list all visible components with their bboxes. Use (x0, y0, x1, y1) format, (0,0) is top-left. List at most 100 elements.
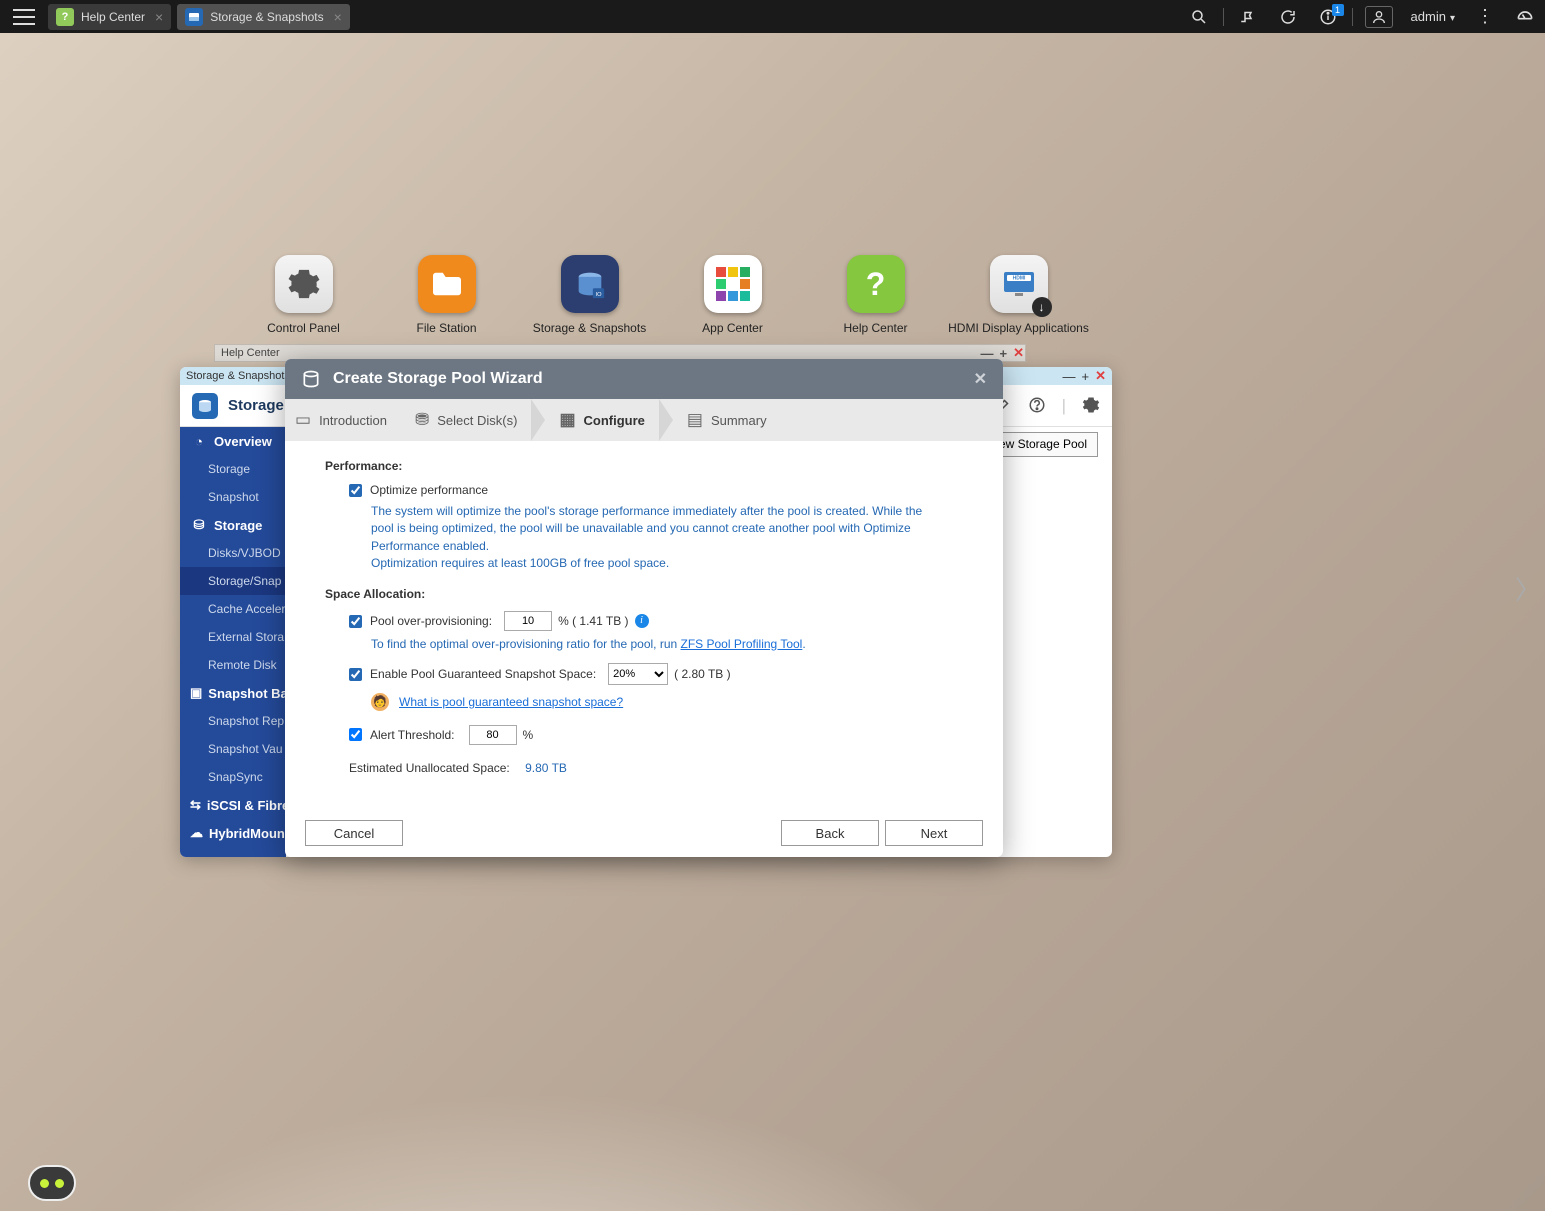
sidebar-item-snapsync[interactable]: SnapSync (180, 763, 286, 791)
sidebar-item-iscsi[interactable]: ⇆iSCSI & Fibre (180, 791, 286, 819)
maximize-icon[interactable]: + (1082, 369, 1090, 384)
icon-label: Storage & Snapshots (533, 321, 646, 335)
optimize-performance-checkbox[interactable] (349, 484, 362, 497)
est-label: Estimated Unallocated Space: (349, 761, 510, 775)
step-configure[interactable]: ▦Configure (559, 410, 644, 430)
next-button[interactable]: Next (885, 820, 983, 846)
step-summary[interactable]: ▤Summary (687, 410, 767, 430)
gss-help-link[interactable]: What is pool guaranteed snapshot space? (399, 695, 623, 709)
search-icon[interactable] (1179, 0, 1219, 33)
gear-icon[interactable] (1082, 396, 1100, 416)
sidebar-item-snap-rep[interactable]: Snapshot Rep (180, 707, 286, 735)
tab-label: Help Center (81, 10, 145, 24)
help-circle-icon[interactable] (1028, 396, 1046, 416)
sliders-icon: ▦ (559, 410, 575, 430)
separator (1223, 8, 1224, 26)
desktop-icon-control-panel[interactable]: Control Panel (232, 255, 375, 335)
minimize-icon[interactable]: — (1063, 369, 1076, 384)
maximize-icon[interactable]: + (1000, 346, 1008, 361)
sidebar: ◔Overview Storage Snapshot ⛁Storage Disk… (180, 427, 286, 857)
user-icon[interactable] (1365, 6, 1393, 28)
gear-icon (275, 255, 333, 313)
pool-over-label: Pool over-provisioning: (370, 614, 492, 628)
desktop-icon-hdmi[interactable]: HDMI ↓ HDMI Display Applications (947, 255, 1090, 335)
close-icon[interactable]: ✕ (1095, 368, 1106, 384)
performance-heading: Performance: (325, 459, 975, 473)
guru-icon: 🧑 (371, 693, 389, 711)
disk-icon: IO (561, 255, 619, 313)
close-icon[interactable]: ✕ (1013, 345, 1024, 361)
desktop-next-page-icon[interactable]: 〉 (1515, 570, 1541, 607)
desktop-icon-file-station[interactable]: File Station (375, 255, 518, 335)
wizard-titlebar: Create Storage Pool Wizard ✕ (285, 359, 1003, 399)
monitor-icon: HDMI ↓ (990, 255, 1048, 313)
topbar-right: 1 admin ⋮ (1179, 0, 1545, 33)
disk-icon (185, 8, 203, 26)
chevron-right-icon (531, 399, 545, 441)
taskbar-tab-help-center[interactable]: ? Help Center × (48, 4, 171, 30)
chevron-right-icon (659, 399, 673, 441)
close-icon[interactable]: × (155, 9, 163, 25)
wizard-title: Create Storage Pool Wizard (333, 370, 543, 388)
sidebar-item-snapshot-sub[interactable]: Snapshot (180, 483, 286, 511)
close-icon[interactable]: ✕ (974, 369, 987, 389)
pool-over-input[interactable] (504, 611, 552, 631)
svg-text:IO: IO (595, 292, 602, 298)
folder-icon (418, 255, 476, 313)
back-button[interactable]: Back (781, 820, 879, 846)
cancel-button[interactable]: Cancel (305, 820, 403, 846)
refresh-icon[interactable] (1268, 0, 1308, 33)
est-value: 9.80 TB (525, 761, 567, 775)
icon-label: Control Panel (267, 321, 340, 335)
wizard-steps: ▭Introduction ⛃Select Disk(s) ▦Configure… (285, 399, 1003, 441)
tab-label: Storage & Snapshots (210, 10, 323, 24)
alert-threshold-input[interactable] (469, 725, 517, 745)
sidebar-item-external[interactable]: External Stora (180, 623, 286, 651)
svg-text:HDMI: HDMI (1012, 276, 1025, 282)
network-icon: ⇆ (190, 797, 201, 813)
volume-icon[interactable] (1228, 0, 1268, 33)
wizard-footer: Cancel Back Next (285, 809, 1003, 857)
kebab-menu-icon[interactable]: ⋮ (1465, 0, 1505, 33)
sidebar-item-snapshot-backup[interactable]: ▣Snapshot Bac (180, 679, 286, 707)
zfs-profiling-link[interactable]: ZFS Pool Profiling Tool (681, 637, 803, 651)
cylinder-icon (301, 369, 321, 389)
assistant-widget[interactable] (28, 1165, 76, 1201)
space-heading: Space Allocation: (325, 587, 975, 601)
sidebar-item-disks[interactable]: Disks/VJBOD (180, 539, 286, 567)
close-icon[interactable]: × (334, 9, 342, 25)
separator (1352, 8, 1353, 26)
pool-over-provisioning-checkbox[interactable] (349, 615, 362, 628)
desktop-icon-app-center[interactable]: App Center (661, 255, 804, 335)
help-icon: ? (56, 8, 74, 26)
icon-label: Help Center (843, 321, 907, 335)
info-icon[interactable]: 1 (1308, 0, 1348, 33)
sidebar-item-cache[interactable]: Cache Acceler (180, 595, 286, 623)
step-introduction[interactable]: ▭Introduction (295, 410, 387, 430)
alert-threshold-checkbox[interactable] (349, 728, 362, 741)
desktop-icon-storage-snapshots[interactable]: IO Storage & Snapshots (518, 255, 661, 335)
gss-select[interactable]: 20% (608, 663, 668, 685)
sidebar-item-storage[interactable]: ⛁Storage (180, 511, 286, 539)
sidebar-item-storage-snap[interactable]: Storage/Snap (180, 567, 286, 595)
step-select-disks[interactable]: ⛃Select Disk(s) (415, 410, 517, 430)
hamburger-menu-icon[interactable] (13, 9, 35, 25)
cloud-icon: ☁ (190, 825, 203, 841)
sidebar-item-snap-vault[interactable]: Snapshot Vau (180, 735, 286, 763)
dashboard-icon[interactable] (1505, 0, 1545, 33)
sidebar-item-hybridmount[interactable]: ☁HybridMount (180, 819, 286, 847)
wizard-body: Performance: Optimize performance The sy… (285, 441, 1003, 809)
guaranteed-snapshot-checkbox[interactable] (349, 668, 362, 681)
taskbar-tab-storage[interactable]: Storage & Snapshots × (177, 4, 350, 30)
user-menu[interactable]: admin (1401, 9, 1465, 24)
info-icon[interactable]: i (635, 614, 649, 628)
icon-label: File Station (416, 321, 476, 335)
icon-label: HDMI Display Applications (948, 321, 1089, 335)
sidebar-item-overview[interactable]: ◔Overview (180, 427, 286, 455)
drive-icon: ⛃ (415, 410, 429, 430)
sidebar-item-storage-sub[interactable]: Storage (180, 455, 286, 483)
sidebar-item-remote[interactable]: Remote Disk (180, 651, 286, 679)
desktop-icon-help-center[interactable]: ? Help Center (804, 255, 947, 335)
gss-suffix: ( 2.80 TB ) (674, 667, 730, 681)
window-title: Storage & Snapshots (186, 370, 290, 382)
